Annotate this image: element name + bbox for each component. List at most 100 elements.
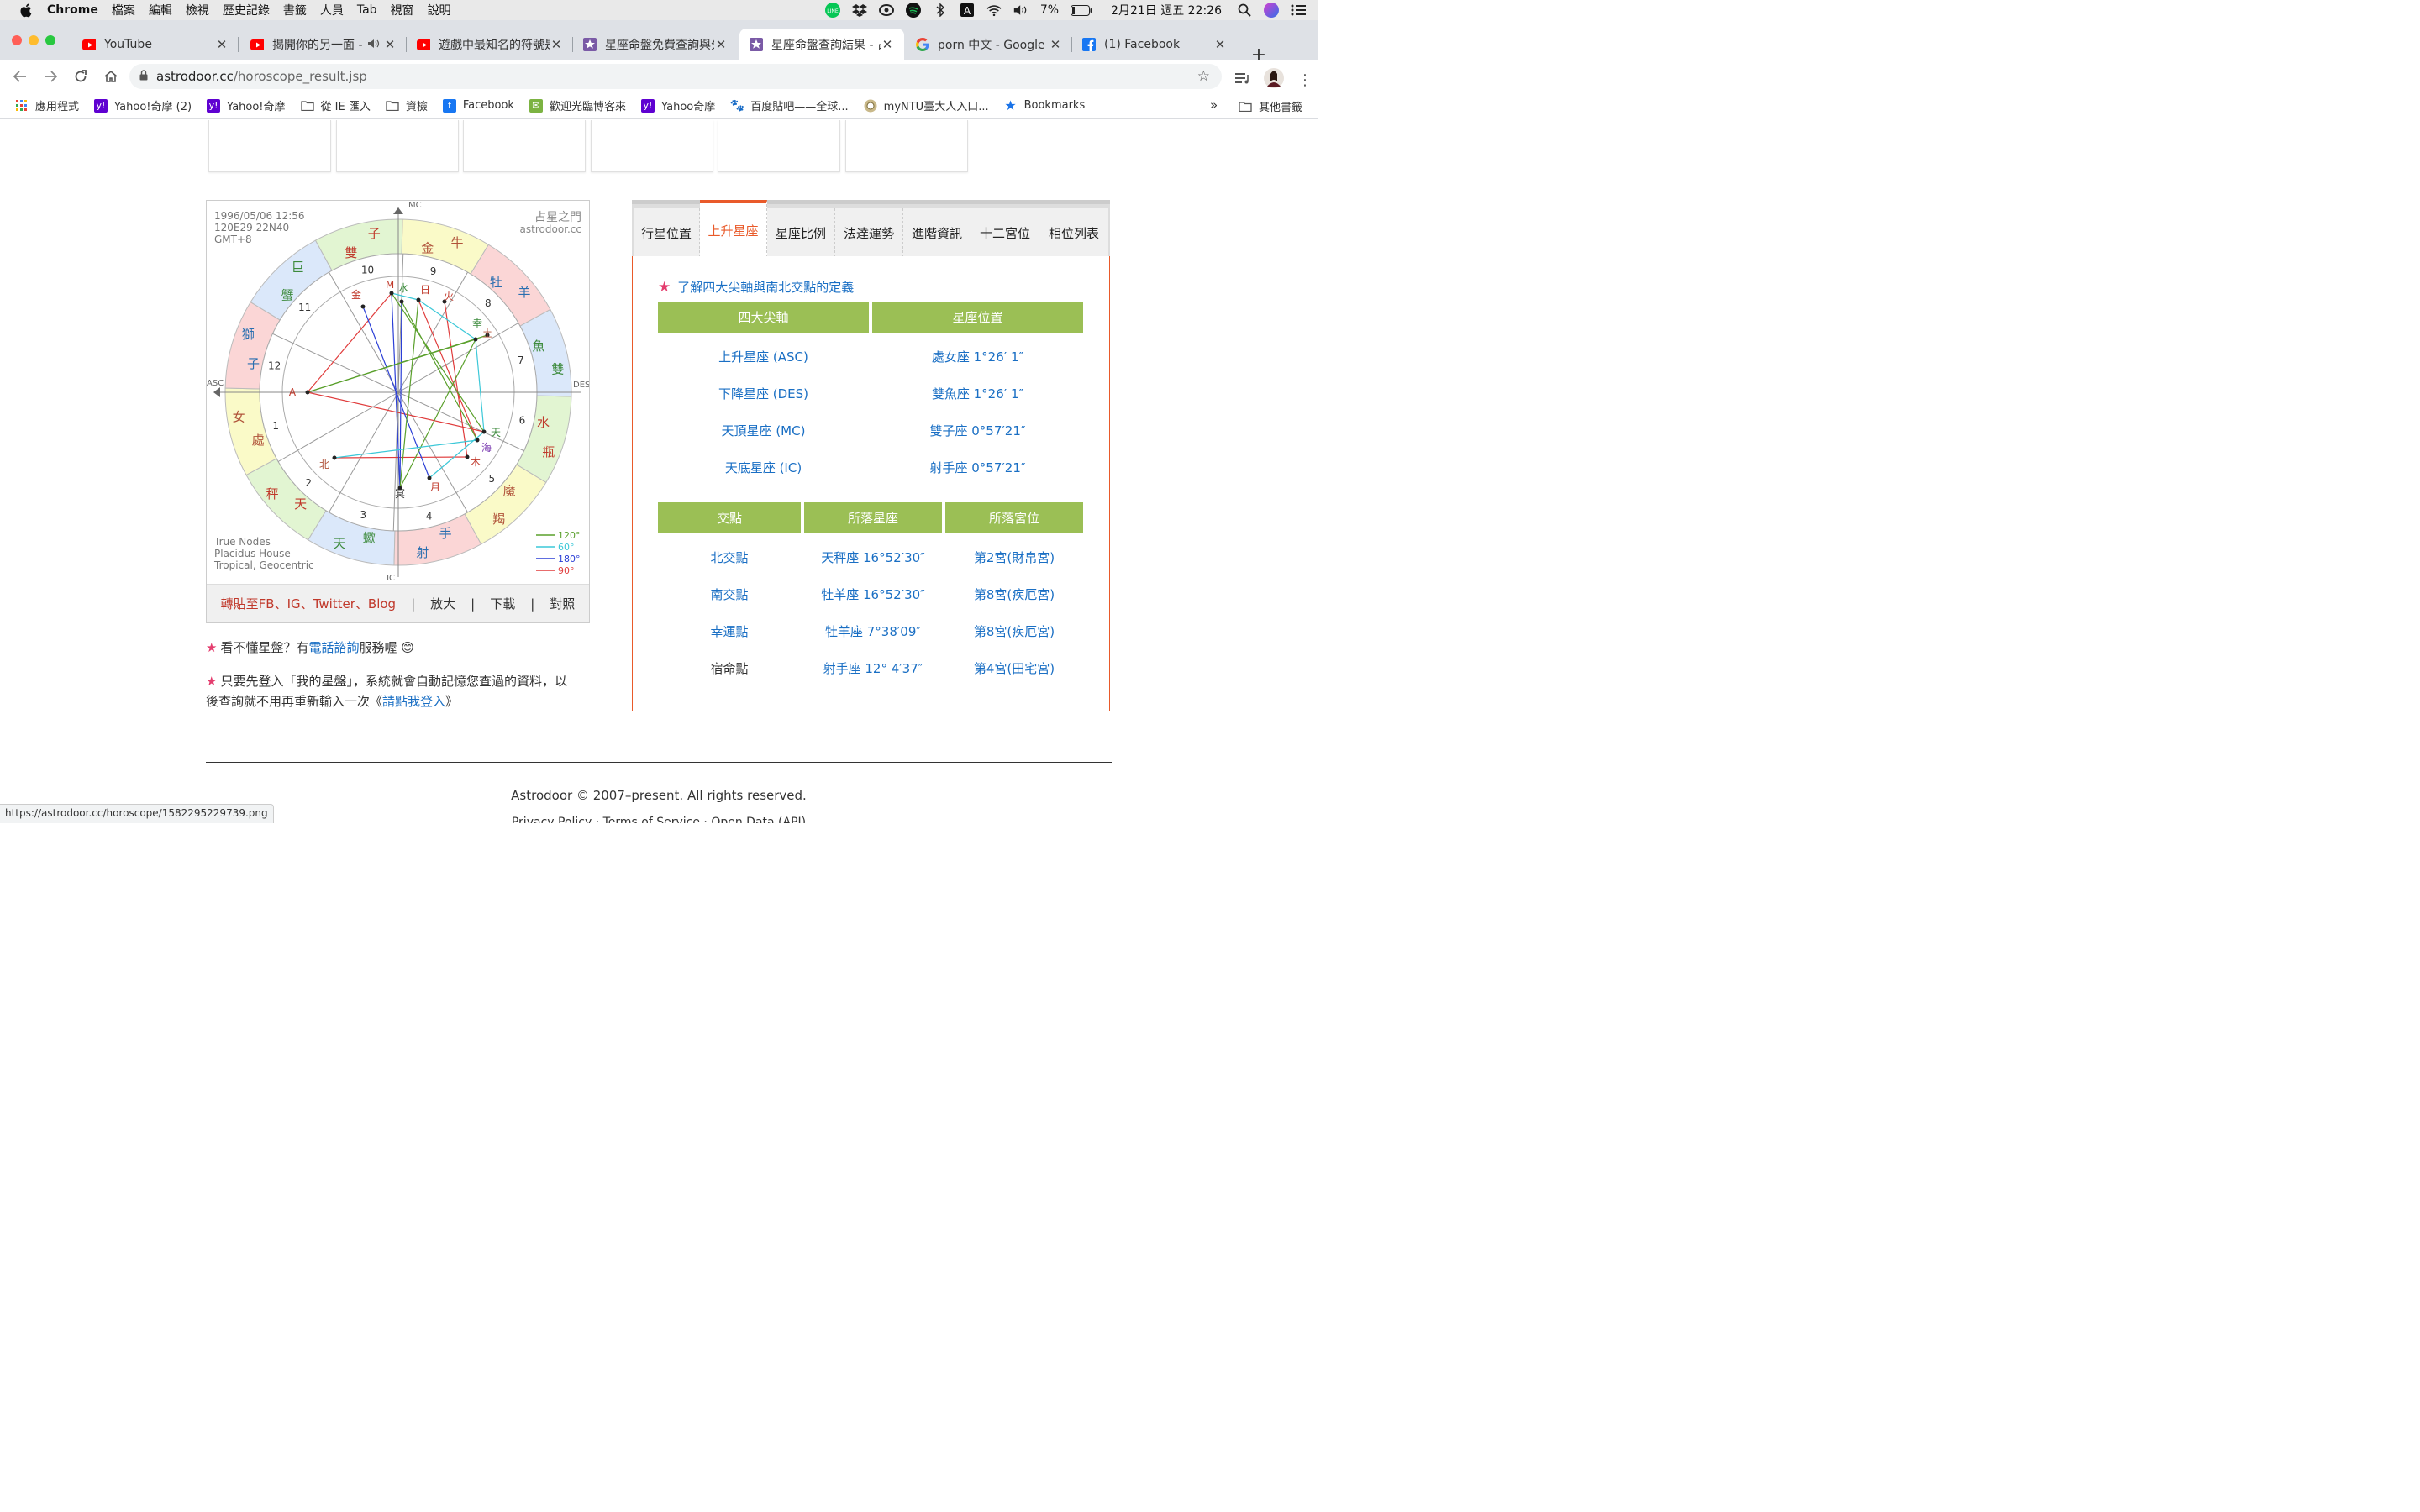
bookmark-folder-ie[interactable]: 從 IE 匯入 [300, 97, 371, 113]
notification-center-icon[interactable] [1291, 3, 1306, 18]
wifi-icon[interactable] [986, 3, 1002, 18]
zoom-window-button[interactable] [45, 35, 55, 45]
home-icon[interactable] [103, 68, 119, 85]
ad-slot[interactable] [336, 120, 459, 172]
close-tab-icon[interactable]: ✕ [550, 37, 563, 52]
phone-consult-link[interactable]: 電話諮詢 [308, 640, 359, 655]
tab-sign-ratio[interactable]: 星座比例 [767, 208, 835, 257]
bookmarks-overflow-button[interactable]: » [1210, 97, 1218, 113]
menu-edit[interactable]: 編輯 [149, 2, 172, 18]
browser-tab-video-2[interactable]: 揭開你的另一面 - ✕ [240, 29, 407, 60]
spotify-icon[interactable] [905, 3, 921, 18]
menu-view[interactable]: 檢視 [186, 2, 209, 18]
bookmark-apps[interactable]: 應用程式 [15, 97, 79, 113]
tab-advanced-info[interactable]: 進階資訊 [903, 208, 971, 257]
minimize-window-button[interactable] [29, 35, 39, 45]
browser-tab-video-3[interactable]: 遊戲中最知名的符號是 ✕ [407, 29, 573, 60]
menu-tab[interactable]: Tab [357, 3, 377, 17]
axis-position[interactable]: 雙子座 0°57′21″ [872, 412, 1083, 449]
dropbox-icon[interactable] [851, 3, 867, 18]
bookmark-other[interactable]: 其他書籤 [1239, 98, 1302, 114]
menu-history[interactable]: 歷史記錄 [223, 2, 270, 18]
bluetooth-icon[interactable] [933, 3, 948, 18]
bookmark-facebook[interactable]: f Facebook [442, 98, 514, 113]
node-house[interactable]: 第2宮(財帛宮) [945, 538, 1083, 575]
close-tab-icon[interactable]: ✕ [383, 37, 397, 52]
menu-people[interactable]: 人員 [320, 2, 344, 18]
browser-tab-facebook[interactable]: (1) Facebook ✕ [1072, 29, 1237, 60]
profile-avatar[interactable] [1264, 68, 1284, 92]
download-link[interactable]: 下載 [490, 595, 515, 612]
node-house[interactable]: 第8宮(疾厄宮) [945, 612, 1083, 649]
volume-icon[interactable] [1013, 3, 1028, 18]
menu-window[interactable]: 視窗 [391, 2, 414, 18]
node-sign[interactable]: 天秤座 16°52′30″ [804, 538, 942, 575]
battery-icon[interactable] [1071, 3, 1092, 18]
close-tab-icon[interactable]: ✕ [1213, 37, 1227, 52]
axes-definition-link[interactable]: ★ 了解四大尖軸與南北交點的定義 [658, 278, 854, 296]
browser-tab-astrodoor-1[interactable]: 星座命盤免費查詢與分 ✕ [573, 29, 738, 60]
bookmark-baidu[interactable]: 🐾 百度貼吧——全球... [730, 97, 849, 114]
node-name[interactable]: 南交點 [658, 575, 801, 612]
axis-position[interactable]: 射手座 0°57′21″ [872, 449, 1083, 486]
input-method-icon[interactable]: A [960, 3, 975, 18]
share-link[interactable]: 轉貼至FB、IG、Twitter、Blog [221, 595, 396, 612]
bookmark-books[interactable]: ✉ 歡迎光臨博客來 [529, 97, 626, 113]
menu-bookmarks[interactable]: 書籤 [283, 2, 307, 18]
menu-file[interactable]: 檔案 [112, 2, 135, 18]
zoom-link[interactable]: 放大 [430, 595, 455, 612]
ad-slot[interactable] [208, 120, 331, 172]
bookmark-myntu[interactable]: myNTU臺大人入口... [864, 97, 989, 113]
bookmark-yahoo[interactable]: y! Yahoo!奇摩 [207, 97, 286, 113]
address-bar[interactable]: astrodoor.cc/horoscope_result.jsp ☆ [129, 64, 1222, 89]
axis-name[interactable]: 下降星座 (DES) [658, 375, 869, 412]
browser-tab-astrodoor-result-active[interactable]: 星座命盤查詢結果 - 占 ✕ [739, 29, 904, 60]
bookmark-bookmarks[interactable]: ★ Bookmarks [1004, 97, 1085, 113]
axis-position[interactable]: 雙魚座 1°26′ 1″ [872, 375, 1083, 412]
compare-link[interactable]: 對照 [550, 595, 575, 612]
close-tab-icon[interactable]: ✕ [1049, 37, 1062, 52]
clock[interactable]: 2月21日 週五 22:26 [1111, 2, 1222, 18]
node-sign[interactable]: 牡羊座 7°38′09″ [804, 612, 942, 649]
close-tab-icon[interactable]: ✕ [714, 37, 728, 52]
node-sign[interactable]: 射手座 12° 4′37″ [804, 649, 942, 686]
bookmark-folder-check[interactable]: 資檢 [386, 97, 428, 113]
ad-slot[interactable] [718, 120, 840, 172]
back-arrow-icon[interactable] [12, 68, 29, 85]
node-name[interactable]: 北交點 [658, 538, 801, 575]
tab-firdaria[interactable]: 法達運勢 [835, 208, 903, 257]
ad-slot[interactable] [591, 120, 713, 172]
close-tab-icon[interactable]: ✕ [881, 37, 894, 52]
spotlight-search-icon[interactable] [1237, 3, 1252, 18]
axis-position[interactable]: 處女座 1°26′ 1″ [872, 338, 1083, 375]
media-controls-icon[interactable] [1235, 72, 1250, 87]
reload-icon[interactable] [72, 68, 89, 85]
natal-chart-wheel[interactable]: 女處秤天天 蠍射手羯魔瓶水雙魚羊牡牛金子雙巨蟹獅子123 456789101112M… [207, 201, 589, 584]
tab-planet-positions[interactable]: 行星位置 [634, 208, 700, 257]
app-name[interactable]: Chrome [47, 3, 98, 17]
speaker-icon[interactable] [365, 37, 383, 52]
creative-cloud-icon[interactable] [878, 3, 894, 18]
tab-twelve-houses[interactable]: 十二宮位 [971, 208, 1039, 257]
login-link[interactable]: 請點我登入 [382, 694, 445, 709]
kebab-menu-icon[interactable]: ⋮ [1297, 71, 1313, 89]
forward-arrow-icon[interactable] [42, 68, 59, 85]
close-tab-icon[interactable]: ✕ [215, 37, 229, 52]
browser-tab-youtube[interactable]: YouTube ✕ [72, 29, 239, 60]
axis-name[interactable]: 天底星座 (IC) [658, 449, 869, 486]
close-window-button[interactable] [12, 35, 22, 45]
tab-ascendant[interactable]: 上升星座 [700, 200, 767, 257]
menu-help[interactable]: 說明 [428, 2, 451, 18]
node-sign[interactable]: 牡羊座 16°52′30″ [804, 575, 942, 612]
siri-icon[interactable] [1264, 3, 1279, 18]
bookmark-yahoo-2[interactable]: y! Yahoo!奇摩 (2) [94, 97, 192, 113]
apple-icon[interactable] [17, 2, 34, 18]
axis-name[interactable]: 上升星座 (ASC) [658, 338, 869, 375]
node-name[interactable]: 幸運點 [658, 612, 801, 649]
node-house[interactable]: 第8宮(疾厄宮) [945, 575, 1083, 612]
line-icon[interactable]: LINE [824, 3, 840, 18]
lock-icon[interactable] [139, 70, 148, 83]
ad-slot[interactable] [845, 120, 968, 172]
ad-slot[interactable] [463, 120, 586, 172]
browser-tab-google[interactable]: porn 中文 - Google 搜 ✕ [906, 29, 1072, 60]
